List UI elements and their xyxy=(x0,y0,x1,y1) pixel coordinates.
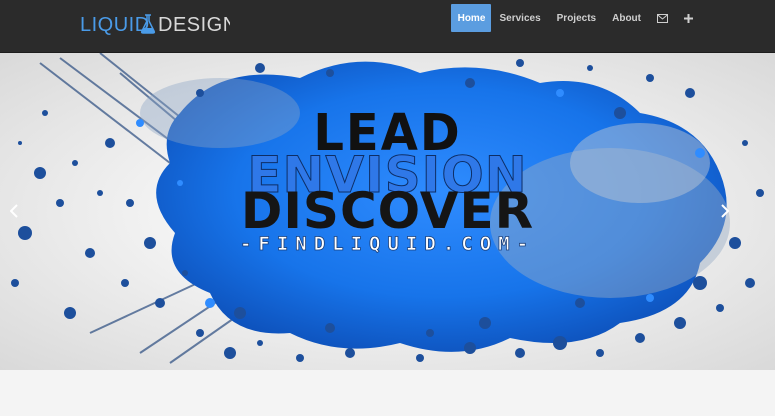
carousel-prev-icon[interactable] xyxy=(6,201,22,221)
nav-about[interactable]: About xyxy=(604,4,649,32)
brand-logo[interactable]: LIQUID DESIGN xyxy=(80,10,230,38)
page-content-area xyxy=(0,370,775,416)
main-nav: Home Services Projects About xyxy=(451,4,775,32)
headline-discover: DISCOVER xyxy=(240,182,535,240)
hero-banner: LEAD ENVISION DISCOVER -FINDLIQUID.COM- xyxy=(0,53,775,370)
brand-right-word: DESIGN xyxy=(158,14,230,36)
headline-website: -FINDLIQUID.COM- xyxy=(239,233,536,256)
nav-services[interactable]: Services xyxy=(491,4,548,32)
hero-headline: LEAD ENVISION DISCOVER -FINDLIQUID.COM- xyxy=(0,53,775,370)
envelope-icon[interactable] xyxy=(649,4,676,32)
carousel-next-icon[interactable] xyxy=(717,201,733,221)
brand-left-word: LIQUID xyxy=(80,14,150,36)
nav-home[interactable]: Home xyxy=(451,4,492,32)
nav-projects[interactable]: Projects xyxy=(549,4,604,32)
top-navbar: LIQUID DESIGN Home Services Projects Abo… xyxy=(0,0,775,53)
plus-icon[interactable] xyxy=(676,4,701,32)
